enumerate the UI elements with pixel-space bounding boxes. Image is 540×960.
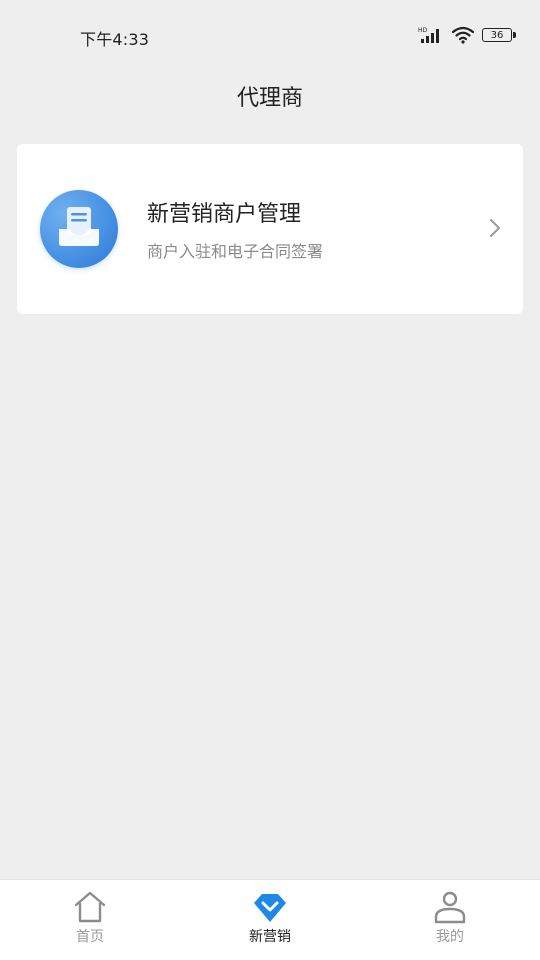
nav-item-home[interactable]: 首页	[0, 880, 180, 960]
status-time: 下午4:33	[80, 30, 150, 49]
nav-item-marketing[interactable]: 新营销	[180, 880, 360, 960]
user-icon	[433, 890, 467, 924]
battery-icon: 36	[482, 28, 516, 42]
status-icons: HD 36	[418, 26, 516, 44]
battery-level: 36	[490, 29, 504, 41]
merchant-card-title: 新营销商户管理	[147, 202, 302, 227]
page-title: 代理商	[236, 86, 303, 111]
home-icon	[73, 890, 107, 924]
marketing-diamond-icon	[253, 890, 287, 924]
bottom-navigation: 首页 新营销 我的	[0, 879, 540, 960]
svg-text:HD: HD	[418, 27, 428, 34]
merchant-card-subtitle: 商户入驻和电子合同签署	[147, 242, 324, 261]
chevron-right-icon	[489, 218, 501, 238]
wifi-icon	[451, 26, 475, 44]
nav-item-mine[interactable]: 我的	[360, 880, 540, 960]
status-bar: 下午4:33 HD 36	[0, 0, 540, 72]
merchant-avatar	[40, 190, 118, 268]
merchant-management-card[interactable]: 新营销商户管理 商户入驻和电子合同签署	[17, 144, 523, 314]
nav-label-marketing: 新营销	[249, 929, 291, 945]
inbox-document-icon	[56, 205, 102, 253]
hd-signal-icon: HD	[418, 26, 444, 44]
nav-label-mine: 我的	[436, 929, 464, 945]
nav-label-home: 首页	[76, 929, 104, 945]
